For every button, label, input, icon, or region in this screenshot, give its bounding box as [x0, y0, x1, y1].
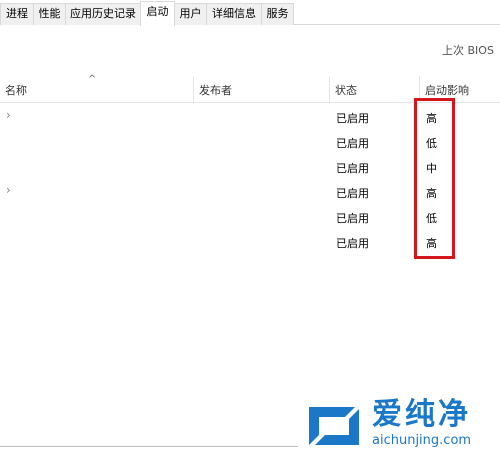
- tab-startup[interactable]: 启动: [140, 1, 175, 26]
- status-cell: 已启用: [336, 237, 369, 250]
- horizontal-scrollbar-track[interactable]: [0, 446, 298, 447]
- tab-strip: 进程 性能 应用历史记录 启动 用户 详细信息 服务: [0, 0, 500, 26]
- tab-services[interactable]: 服务: [261, 3, 294, 25]
- column-header-publisher[interactable]: 发布者: [194, 76, 329, 102]
- tab-app-history[interactable]: 应用历史记录: [65, 3, 141, 25]
- status-cell: 已启用: [336, 162, 369, 175]
- watermark-logo-icon: [309, 407, 359, 445]
- status-cell: 已启用: [336, 137, 369, 150]
- chevron-right-icon[interactable]: ›: [6, 108, 11, 122]
- tab-performance[interactable]: 性能: [33, 3, 66, 25]
- last-bios-time-label: 上次 BIOS: [442, 44, 494, 57]
- chevron-right-icon[interactable]: ›: [6, 183, 11, 197]
- status-cell: 已启用: [336, 187, 369, 200]
- task-manager-startup: 进程 性能 应用历史记录 启动 用户 详细信息 服务 上次 BIOS ^ 名称 …: [0, 0, 500, 455]
- tab-users[interactable]: 用户: [174, 3, 207, 25]
- column-header-status[interactable]: 状态: [330, 76, 419, 102]
- watermark-brand-text: 爱纯净: [372, 397, 471, 432]
- tab-processes[interactable]: 进程: [0, 3, 34, 25]
- impact-highlight-box: [414, 98, 455, 259]
- watermark-url-text: aichunjing.com: [372, 433, 472, 448]
- column-header-name[interactable]: 名称: [0, 76, 193, 102]
- status-cell: 已启用: [336, 112, 369, 125]
- status-cell: 已启用: [336, 212, 369, 225]
- tab-details[interactable]: 详细信息: [206, 3, 262, 25]
